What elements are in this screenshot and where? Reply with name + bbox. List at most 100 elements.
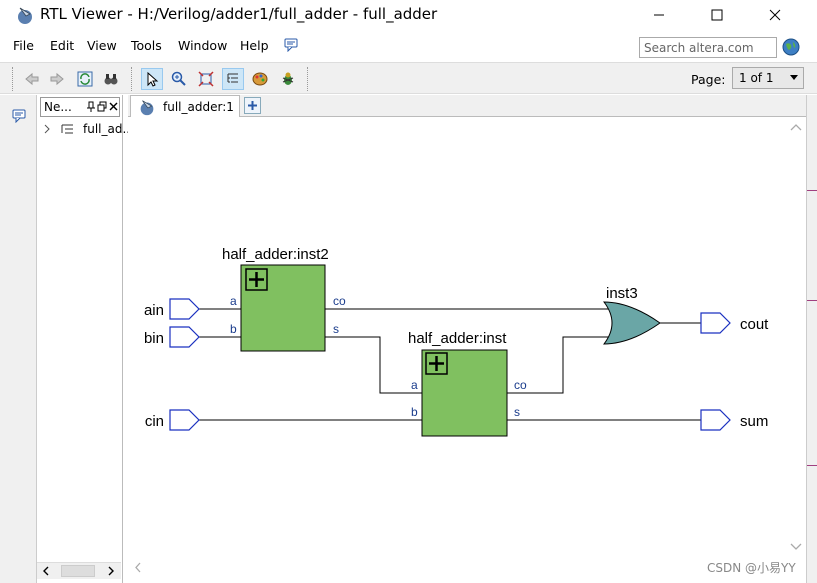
document-tab-bar: full_adder:1 bbox=[128, 95, 810, 117]
horizontal-scrollbar[interactable] bbox=[128, 557, 786, 577]
forward-icon bbox=[50, 72, 64, 86]
rtl-viewer-icon bbox=[140, 100, 154, 116]
close-button[interactable] bbox=[752, 0, 798, 30]
left-side-strip bbox=[0, 95, 37, 583]
vertical-scrollbar[interactable] bbox=[786, 117, 806, 557]
half-adder-inst2-block[interactable]: half_adder:inst2 a b co s bbox=[222, 246, 346, 352]
back-icon bbox=[25, 72, 39, 86]
navigator-horizontal-scrollbar[interactable] bbox=[37, 562, 121, 579]
chevron-down-icon[interactable] bbox=[790, 543, 802, 551]
page-select[interactable]: 1 of 1 bbox=[732, 67, 804, 89]
tab-label: full_adder:1 bbox=[163, 100, 234, 114]
edge-marker bbox=[807, 465, 817, 466]
toolbar-separator bbox=[131, 67, 132, 91]
or-gate-inst3[interactable]: inst3 bbox=[602, 285, 661, 345]
select-tool-button[interactable] bbox=[141, 68, 163, 90]
maximize-icon bbox=[711, 9, 723, 21]
port-label-b: b bbox=[411, 405, 418, 419]
refresh-button[interactable] bbox=[74, 68, 96, 90]
speech-bubble-icon[interactable] bbox=[12, 109, 26, 123]
binoculars-icon bbox=[104, 74, 118, 85]
edge-marker bbox=[807, 190, 817, 191]
edge-marker bbox=[807, 300, 817, 301]
netlist-bug-button[interactable] bbox=[277, 68, 299, 90]
pin-label-bin: bin bbox=[144, 330, 164, 347]
hierarchy-icon bbox=[61, 124, 73, 134]
chevron-right-icon[interactable] bbox=[107, 566, 115, 576]
window-title: RTL Viewer - H:/Verilog/adder1/full_adde… bbox=[40, 5, 438, 23]
hierarchy-icon bbox=[227, 73, 238, 83]
chevron-right-icon[interactable] bbox=[43, 124, 51, 134]
pin-icon[interactable] bbox=[86, 101, 96, 113]
back-button[interactable] bbox=[21, 68, 43, 90]
plus-icon bbox=[248, 101, 257, 110]
scrollbar-thumb[interactable] bbox=[61, 565, 95, 577]
color-settings-button[interactable] bbox=[249, 68, 271, 90]
pointer-icon bbox=[147, 71, 159, 87]
watermark: CSDN @小易YY bbox=[707, 561, 796, 575]
menu-file[interactable]: File bbox=[13, 38, 34, 53]
block-label: half_adder:inst2 bbox=[222, 246, 329, 263]
menu-window[interactable]: Window bbox=[178, 38, 227, 53]
menu-edit[interactable]: Edit bbox=[50, 38, 74, 53]
close-icon bbox=[769, 9, 781, 21]
float-window-icon[interactable] bbox=[97, 101, 107, 113]
forward-button[interactable] bbox=[46, 68, 68, 90]
minimize-button[interactable] bbox=[636, 0, 682, 30]
close-icon[interactable] bbox=[109, 102, 118, 111]
globe-icon[interactable] bbox=[782, 38, 800, 56]
chevron-left-icon[interactable] bbox=[42, 566, 50, 576]
navigator-tab[interactable]: Ne... bbox=[40, 97, 120, 117]
zoom-tool-button[interactable] bbox=[168, 68, 190, 90]
hierarchy-list-button[interactable] bbox=[222, 68, 244, 90]
bug-icon bbox=[282, 72, 294, 85]
netlist-navigator-panel: Ne... full_ad... bbox=[37, 95, 134, 583]
zoom-icon bbox=[171, 71, 186, 86]
search-input[interactable]: Search altera.com bbox=[639, 37, 777, 58]
page-select-value: 1 of 1 bbox=[739, 71, 774, 85]
block-label: half_adder:inst bbox=[408, 330, 507, 347]
pin-label-ain: ain bbox=[144, 302, 164, 319]
refresh-icon bbox=[77, 71, 93, 87]
fit-window-button[interactable] bbox=[195, 68, 217, 90]
fit-icon bbox=[198, 71, 214, 87]
input-pin-cin[interactable]: cin bbox=[145, 409, 200, 431]
chevron-down-icon bbox=[790, 75, 798, 80]
port-label-b: b bbox=[230, 322, 237, 336]
tree-item-label: full_ad... bbox=[83, 122, 134, 136]
pin-label-cout: cout bbox=[740, 316, 769, 333]
find-button[interactable] bbox=[100, 68, 122, 90]
right-edge-panel bbox=[806, 95, 817, 583]
port-label-a: a bbox=[411, 378, 418, 392]
port-label-co: co bbox=[333, 294, 346, 308]
tab-full-adder[interactable]: full_adder:1 bbox=[130, 95, 240, 117]
pin-label-sum: sum bbox=[740, 413, 768, 430]
input-pin-ain[interactable]: ain bbox=[144, 298, 200, 320]
menu-help[interactable]: Help bbox=[240, 38, 269, 53]
page-label: Page: bbox=[691, 72, 726, 87]
add-tab-button[interactable] bbox=[244, 97, 261, 114]
menu-tools[interactable]: Tools bbox=[131, 38, 162, 53]
port-label-co: co bbox=[514, 378, 527, 392]
pin-label-cin: cin bbox=[145, 413, 164, 430]
schematic-svg: ain bin cin half_adder:inst2 a b co s ha… bbox=[144, 246, 769, 437]
speech-bubble-icon[interactable] bbox=[284, 38, 298, 52]
palette-icon bbox=[252, 72, 268, 86]
toolbar-separator-2 bbox=[307, 67, 308, 91]
input-pin-bin[interactable]: bin bbox=[144, 326, 200, 348]
chevron-left-icon[interactable] bbox=[134, 562, 142, 573]
maximize-button[interactable] bbox=[694, 0, 740, 30]
output-pin-sum[interactable]: sum bbox=[700, 409, 768, 431]
chevron-up-icon[interactable] bbox=[790, 123, 802, 131]
minimize-icon bbox=[654, 14, 664, 16]
toolbar-grip bbox=[12, 67, 13, 91]
port-label-s: s bbox=[514, 405, 520, 419]
schematic-canvas[interactable]: ain bin cin half_adder:inst2 a b co s ha… bbox=[128, 117, 786, 557]
gate-label: inst3 bbox=[606, 285, 638, 302]
navigator-tab-label: Ne... bbox=[44, 100, 72, 114]
port-label-s: s bbox=[333, 322, 339, 336]
rtl-viewer-app-icon bbox=[18, 7, 32, 24]
menu-view[interactable]: View bbox=[87, 38, 117, 53]
title-bar: RTL Viewer - H:/Verilog/adder1/full_adde… bbox=[0, 0, 817, 30]
output-pin-cout[interactable]: cout bbox=[700, 312, 769, 334]
